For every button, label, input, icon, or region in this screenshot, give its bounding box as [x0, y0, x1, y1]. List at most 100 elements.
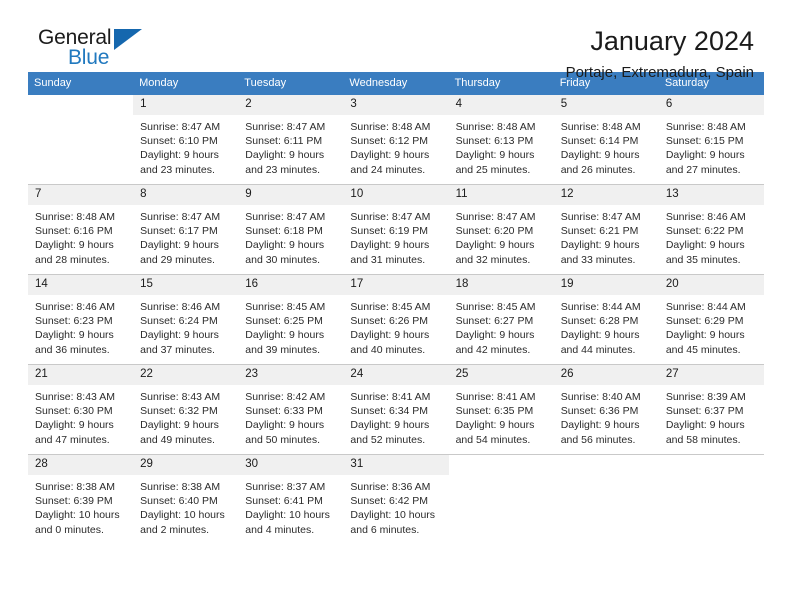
sunrise-text: Sunrise: 8:38 AM — [140, 481, 221, 493]
triangle-icon — [114, 29, 142, 50]
daylight-text-line1: Daylight: 10 hours — [35, 509, 120, 522]
sunrise-text: Sunrise: 8:44 AM — [665, 301, 746, 313]
day-number: 14 — [28, 275, 134, 295]
day-details: Sunrise: 8:39 AM Sunset: 6:37 PM Daylight:… — [659, 385, 764, 447]
calendar-day-cell[interactable]: 7 Sunrise: 8:48 AM Sunset: 6:16 PM Daylight… — [28, 184, 134, 275]
day-number: 19 — [553, 275, 659, 295]
calendar-day-cell[interactable]: 30 Sunrise: 8:37 AM Sunset: 6:41 PM Dayligh… — [238, 454, 344, 544]
calendar-day-cell[interactable]: 28 Sunrise: 8:38 AM Sunset: 6:39 PM Dayligh… — [28, 454, 134, 544]
daylight-text-line1: Daylight: 9 hours — [560, 239, 640, 252]
calendar-day-cell[interactable]: 2 Sunrise: 8:47 AM Sunset: 6:11 PM Daylight… — [238, 95, 344, 185]
sunset-text: Sunset: 6:34 PM — [350, 405, 429, 418]
sunrise-text: Sunrise: 8:42 AM — [245, 391, 326, 403]
calendar-day-cell[interactable]: 10 Sunrise: 8:47 AM Sunset: 6:19 PM Dayligh… — [343, 184, 449, 275]
sunset-text: Sunset: 6:40 PM — [140, 495, 218, 508]
day-number: 13 — [658, 185, 764, 205]
calendar-day-cell[interactable]: 5 Sunrise: 8:48 AM Sunset: 6:14 PM Daylight… — [553, 95, 659, 185]
sunrise-text: Sunrise: 8:48 AM — [350, 121, 431, 133]
calendar-page: General Blue January 2024 Portaje, Extre… — [0, 0, 792, 612]
daylight-text-line1: Daylight: 9 hours — [245, 149, 325, 162]
calendar-day-cell[interactable]: 9 Sunrise: 8:47 AM Sunset: 6:18 PM Daylight… — [238, 184, 344, 275]
day-number — [554, 455, 659, 475]
daylight-text-line2: and 24 minutes. — [350, 163, 426, 176]
general-blue-logo[interactable]: General Blue — [38, 26, 168, 74]
daylight-text-line2: and 33 minutes. — [560, 253, 636, 266]
calendar-day-cell[interactable]: 19 Sunrise: 8:44 AM Sunset: 6:28 PM Dayligh… — [553, 274, 659, 365]
calendar-day-cell[interactable]: 25 Sunrise: 8:41 AM Sunset: 6:35 PM Dayligh… — [448, 364, 554, 455]
day-details: Sunrise: 8:47 AM Sunset: 6:21 PM Daylight:… — [554, 205, 659, 267]
day-details: Sunrise: 8:48 AM Sunset: 6:16 PM Daylight:… — [28, 205, 133, 267]
day-details: Sunrise: 8:41 AM Sunset: 6:34 PM Daylight:… — [343, 385, 448, 447]
day-number: 11 — [448, 185, 554, 205]
sunset-text: Sunset: 6:14 PM — [560, 135, 639, 148]
daylight-text-line1: Daylight: 9 hours — [455, 149, 535, 162]
sunset-text: Sunset: 6:21 PM — [560, 225, 639, 238]
calendar-week-row: 14 Sunrise: 8:46 AM Sunset: 6:23 PM Dayligh… — [28, 274, 764, 365]
day-details: Sunrise: 8:46 AM Sunset: 6:23 PM Daylight:… — [28, 295, 133, 357]
day-number — [659, 455, 764, 475]
calendar-day-cell[interactable]: 23 Sunrise: 8:42 AM Sunset: 6:33 PM Dayligh… — [238, 364, 344, 455]
day-details: Sunrise: 8:48 AM Sunset: 6:13 PM Daylight:… — [449, 115, 554, 177]
sunset-text: Sunset: 6:19 PM — [350, 225, 429, 238]
sunrise-text: Sunrise: 8:40 AM — [560, 391, 641, 403]
day-number: 18 — [448, 275, 554, 295]
daylight-text-line2: and 39 minutes. — [245, 343, 320, 356]
calendar-day-cell[interactable]: 31 Sunrise: 8:36 AM Sunset: 6:42 PM Dayligh… — [343, 454, 449, 544]
daylight-text-line1: Daylight: 9 hours — [560, 329, 640, 342]
day-details: Sunrise: 8:47 AM Sunset: 6:19 PM Daylight:… — [343, 205, 448, 267]
weekday-header-monday: Monday — [133, 72, 239, 95]
day-number: 9 — [238, 185, 344, 205]
daylight-text-line2: and 26 minutes. — [560, 163, 636, 176]
daylight-text-line1: Daylight: 9 hours — [665, 149, 745, 162]
calendar-day-cell[interactable]: 24 Sunrise: 8:41 AM Sunset: 6:34 PM Dayligh… — [343, 364, 449, 455]
calendar-day-cell[interactable]: 16 Sunrise: 8:45 AM Sunset: 6:25 PM Dayligh… — [238, 274, 344, 365]
daylight-text-line2: and 52 minutes. — [350, 433, 426, 446]
sunset-text: Sunset: 6:28 PM — [560, 315, 639, 328]
day-details: Sunrise: 8:48 AM Sunset: 6:14 PM Daylight:… — [554, 115, 659, 177]
day-number: 15 — [133, 275, 239, 295]
daylight-text-line2: and 40 minutes. — [350, 343, 426, 356]
daylight-text-line1: Daylight: 9 hours — [35, 419, 114, 432]
daylight-text-line1: Daylight: 10 hours — [140, 509, 225, 522]
calendar-day-cell[interactable]: 1 Sunrise: 8:47 AM Sunset: 6:10 PM Daylight… — [133, 95, 239, 185]
calendar-day-cell[interactable]: 14 Sunrise: 8:46 AM Sunset: 6:23 PM Dayligh… — [28, 274, 134, 365]
sunset-text: Sunset: 6:26 PM — [350, 315, 429, 328]
sunset-text: Sunset: 6:33 PM — [245, 405, 323, 418]
calendar-day-cell[interactable]: 15 Sunrise: 8:46 AM Sunset: 6:24 PM Dayligh… — [133, 274, 239, 365]
sunrise-text: Sunrise: 8:36 AM — [350, 481, 431, 493]
calendar-day-cell[interactable]: 6 Sunrise: 8:48 AM Sunset: 6:15 PM Daylight… — [658, 95, 764, 185]
day-details: Sunrise: 8:46 AM Sunset: 6:24 PM Daylight:… — [133, 295, 238, 357]
logo-text-blue: Blue — [68, 46, 110, 69]
calendar-week-row: 28 Sunrise: 8:38 AM Sunset: 6:39 PM Dayligh… — [28, 454, 764, 544]
daylight-text-line2: and 23 minutes. — [245, 163, 320, 176]
calendar-day-cell[interactable]: 18 Sunrise: 8:45 AM Sunset: 6:27 PM Dayligh… — [448, 274, 554, 365]
calendar-day-cell[interactable]: 22 Sunrise: 8:43 AM Sunset: 6:32 PM Dayligh… — [133, 364, 239, 455]
daylight-text-line2: and 35 minutes. — [665, 253, 741, 266]
day-number: 1 — [133, 95, 239, 115]
calendar-day-cell[interactable]: 27 Sunrise: 8:39 AM Sunset: 6:37 PM Dayligh… — [658, 364, 764, 455]
calendar-day-cell[interactable]: 13 Sunrise: 8:46 AM Sunset: 6:22 PM Dayligh… — [658, 184, 764, 275]
calendar-day-cell[interactable]: 4 Sunrise: 8:48 AM Sunset: 6:13 PM Daylight… — [448, 95, 554, 185]
calendar-day-cell[interactable]: 17 Sunrise: 8:45 AM Sunset: 6:26 PM Dayligh… — [343, 274, 449, 365]
calendar-day-cell[interactable]: 12 Sunrise: 8:47 AM Sunset: 6:21 PM Dayligh… — [553, 184, 659, 275]
daylight-text-line2: and 30 minutes. — [245, 253, 320, 266]
calendar-day-cell[interactable]: 29 Sunrise: 8:38 AM Sunset: 6:40 PM Dayligh… — [133, 454, 239, 544]
day-number: 6 — [658, 95, 764, 115]
calendar-day-cell[interactable]: 20 Sunrise: 8:44 AM Sunset: 6:29 PM Dayligh… — [658, 274, 764, 365]
calendar-day-cell[interactable]: 11 Sunrise: 8:47 AM Sunset: 6:20 PM Dayligh… — [448, 184, 554, 275]
day-number — [28, 95, 133, 115]
calendar-day-cell[interactable]: 21 Sunrise: 8:43 AM Sunset: 6:30 PM Dayligh… — [28, 364, 134, 455]
calendar-day-cell[interactable]: 3 Sunrise: 8:48 AM Sunset: 6:12 PM Daylight… — [343, 95, 449, 185]
sunrise-text: Sunrise: 8:43 AM — [35, 391, 115, 403]
sunrise-text: Sunrise: 8:48 AM — [455, 121, 536, 133]
calendar-day-cell[interactable]: 26 Sunrise: 8:40 AM Sunset: 6:36 PM Dayligh… — [553, 364, 659, 455]
calendar-body: 1 Sunrise: 8:47 AM Sunset: 6:10 PM Daylight… — [28, 95, 764, 544]
day-details: Sunrise: 8:43 AM Sunset: 6:30 PM Daylight:… — [28, 385, 133, 447]
sunset-text: Sunset: 6:42 PM — [350, 495, 429, 508]
daylight-text-line1: Daylight: 9 hours — [35, 329, 114, 342]
sunrise-text: Sunrise: 8:47 AM — [140, 211, 221, 223]
sunrise-text: Sunrise: 8:47 AM — [245, 121, 326, 133]
calendar-day-cell[interactable]: 8 Sunrise: 8:47 AM Sunset: 6:17 PM Daylight… — [133, 184, 239, 275]
day-number: 31 — [343, 455, 449, 475]
daylight-text-line1: Daylight: 10 hours — [245, 509, 330, 522]
